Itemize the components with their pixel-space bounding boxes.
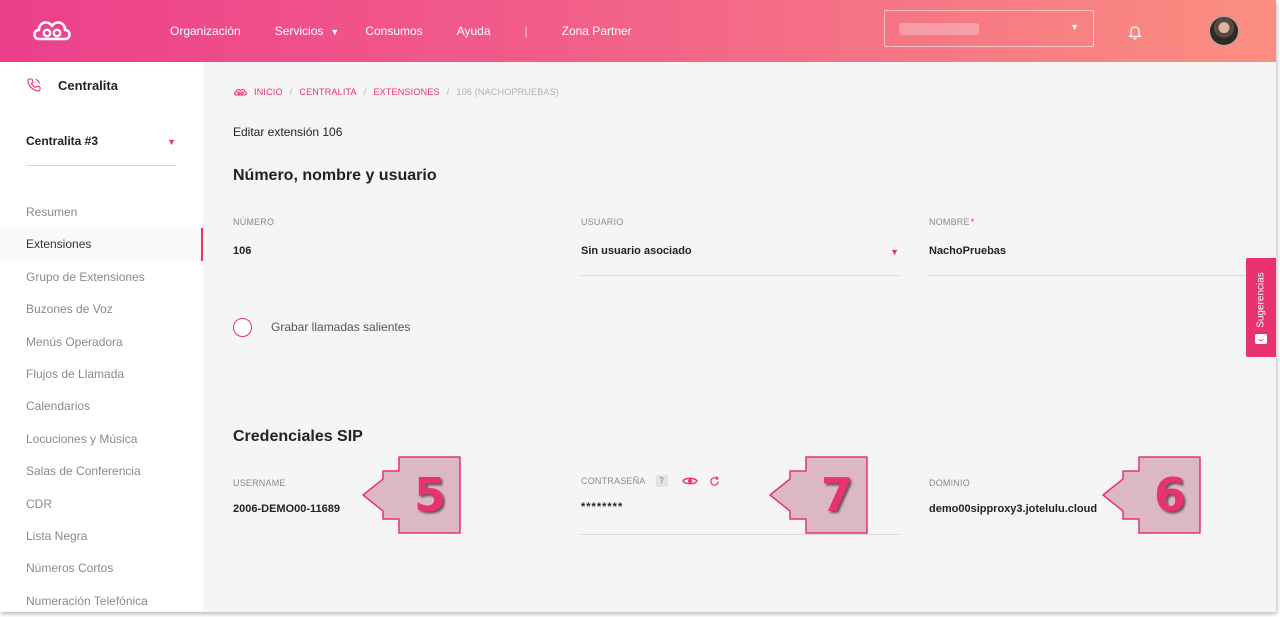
top-bar: Organización Servicios ▼ Consumos Ayuda |…: [0, 0, 1276, 62]
sidebar-item-menus-operadora[interactable]: Menús Operadora: [0, 326, 203, 358]
chevron-down-icon: ▼: [890, 247, 899, 257]
nav-servicios[interactable]: Servicios ▼: [275, 24, 340, 38]
avatar[interactable]: [1209, 16, 1239, 46]
centralita-selector[interactable]: Centralita #3 ▼: [26, 134, 176, 166]
sidebar-item-flujos-llamada[interactable]: Flujos de Llamada: [0, 358, 203, 390]
main-nav: Organización Servicios ▼ Consumos Ayuda |…: [170, 0, 666, 62]
breadcrumb-extensiones[interactable]: EXTENSIONES: [373, 87, 439, 97]
usuario-underline: [581, 275, 899, 276]
feedback-tab[interactable]: Sugerencias: [1246, 258, 1276, 357]
sidebar-header: Centralita: [26, 77, 118, 93]
sidebar-item-grupo-extensiones[interactable]: Grupo de Extensiones: [0, 261, 203, 293]
sidebar-title: Centralita: [58, 77, 118, 93]
breadcrumb-separator: /: [289, 87, 293, 97]
smile-icon: [1255, 334, 1267, 344]
sidebar: Centralita Centralita #3 ▼ Resumen Exten…: [0, 62, 203, 612]
sidebar-item-salas-conferencia[interactable]: Salas de Conferencia: [0, 455, 203, 487]
nombre-input[interactable]: NachoPruebas: [929, 238, 1249, 276]
callout-number: 5: [413, 468, 446, 522]
callout-number: 7: [820, 468, 853, 522]
refresh-icon[interactable]: [709, 475, 720, 487]
password-label-row: CONTRASEÑA ?: [581, 475, 720, 487]
sidebar-item-resumen[interactable]: Resumen: [0, 196, 203, 228]
breadcrumb-separator: /: [446, 87, 450, 97]
sidebar-item-numeros-cortos[interactable]: Números Cortos: [0, 552, 203, 584]
account-selector[interactable]: ▼: [884, 10, 1094, 47]
sidebar-item-locuciones-musica[interactable]: Locuciones y Música: [0, 423, 203, 455]
nav-organizacion[interactable]: Organización: [170, 24, 241, 38]
nombre-value: NachoPruebas: [929, 245, 1007, 257]
sidebar-item-calendarios[interactable]: Calendarios: [0, 390, 203, 422]
section-title-numero-nombre-usuario: Número, nombre y usuario: [233, 167, 437, 184]
callout-username: 5: [361, 455, 461, 535]
record-calls-label: Grabar llamadas salientes: [271, 320, 411, 334]
nombre-label-text: NOMBRE: [929, 217, 970, 227]
chevron-down-icon: ▼: [1070, 22, 1079, 32]
help-icon[interactable]: ?: [655, 475, 668, 487]
breadcrumb: INICIO / CENTRALITA / EXTENSIONES / 106 …: [233, 87, 559, 97]
centralita-selector-value: Centralita #3: [26, 134, 99, 148]
nav-zona-partner[interactable]: Zona Partner: [562, 24, 632, 38]
nav-consumos[interactable]: Consumos: [365, 24, 422, 38]
bell-icon[interactable]: [1128, 24, 1142, 40]
chevron-down-icon: ▼: [330, 27, 340, 37]
page-title: Editar extensión 106: [233, 125, 343, 139]
cloud-logo-icon[interactable]: [30, 15, 74, 45]
sidebar-item-lista-negra[interactable]: Lista Negra: [0, 520, 203, 552]
feedback-tab-label: Sugerencias: [1255, 272, 1267, 328]
sidebar-item-cdr[interactable]: CDR: [0, 488, 203, 520]
eye-icon[interactable]: [681, 476, 698, 486]
callout-number: 6: [1153, 468, 1186, 522]
usuario-select[interactable]: Sin usuario asociado ▼: [581, 238, 899, 276]
required-marker: *: [970, 217, 975, 227]
numero-label: NÚMERO: [233, 217, 275, 227]
usuario-label: USUARIO: [581, 217, 624, 227]
sidebar-item-buzones-voz[interactable]: Buzones de Voz: [0, 293, 203, 325]
callout-dominio: 6: [1101, 455, 1201, 535]
sidebar-menu: Resumen Extensiones Grupo de Extensiones…: [0, 196, 203, 612]
username-value: 2006-DEMO00-11689: [233, 503, 341, 515]
cloud-logo-icon[interactable]: [233, 87, 248, 97]
dominio-label: DOMINIO: [929, 478, 970, 488]
breadcrumb-inicio[interactable]: INICIO: [254, 87, 283, 97]
nombre-underline: [929, 275, 1249, 276]
nav-ayuda[interactable]: Ayuda: [457, 24, 491, 38]
sidebar-item-extensiones[interactable]: Extensiones: [0, 228, 203, 262]
app-window: Organización Servicios ▼ Consumos Ayuda |…: [0, 0, 1276, 612]
numero-value: 106: [233, 245, 252, 257]
password-value: ********: [581, 501, 624, 513]
nav-separator: |: [524, 24, 528, 38]
breadcrumb-separator: /: [363, 87, 367, 97]
nav-servicios-label: Servicios: [274, 24, 324, 38]
account-selector-value: [899, 23, 979, 35]
usuario-value: Sin usuario asociado: [581, 245, 692, 257]
phone-icon: [27, 78, 41, 92]
nombre-label: NOMBRE *: [929, 217, 974, 227]
username-label: USERNAME: [233, 478, 286, 488]
breadcrumb-centralita[interactable]: CENTRALITA: [299, 87, 356, 97]
callout-password: 7: [768, 455, 868, 535]
record-calls-radio[interactable]: [233, 318, 252, 337]
password-label: CONTRASEÑA: [581, 476, 646, 486]
dominio-value: demo00sipproxy3.jotelulu.cloud: [929, 503, 1098, 515]
sidebar-item-numeracion-telefonica[interactable]: Numeración Telefónica: [0, 585, 203, 612]
section-title-credenciales-sip: Credenciales SIP: [233, 428, 363, 445]
chevron-down-icon: ▼: [167, 137, 176, 147]
breadcrumb-current: 106 (NACHOPRUEBAS): [456, 87, 560, 97]
